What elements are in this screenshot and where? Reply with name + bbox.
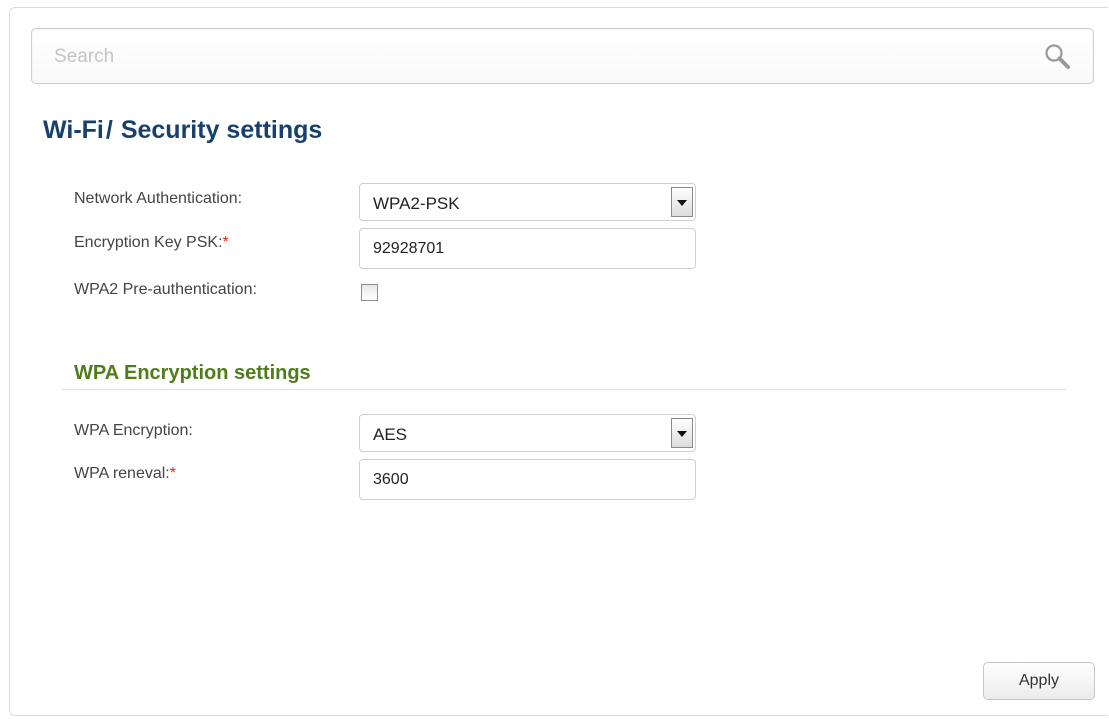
required-marker: * <box>169 465 176 482</box>
section-divider <box>61 389 1067 390</box>
search-bar <box>31 28 1094 85</box>
psk-label-text: Encryption Key PSK: <box>74 234 223 251</box>
page-title-text: Security settings <box>120 116 323 144</box>
wpa-renewal-label-text: WPA reneval: <box>74 465 170 482</box>
wpa-renewal-input[interactable] <box>359 459 696 500</box>
psk-input[interactable] <box>359 228 696 269</box>
search-input[interactable] <box>52 29 1036 85</box>
wpa-encryption-value: AES <box>373 425 408 444</box>
network-auth-value: WPA2-PSK <box>373 194 460 213</box>
preauth-checkbox[interactable] <box>361 284 378 301</box>
psk-label: Encryption Key PSK:* <box>74 234 229 252</box>
wpa-encryption-select[interactable]: AES <box>359 414 696 452</box>
dropdown-arrow-button[interactable] <box>671 418 693 448</box>
wpa-renewal-label: WPA reneval:* <box>74 465 176 483</box>
breadcrumb-separator: / <box>105 116 113 144</box>
dropdown-arrow-button[interactable] <box>671 187 693 217</box>
apply-button[interactable]: Apply <box>983 662 1095 700</box>
chevron-down-icon <box>677 200 687 206</box>
preauth-label: WPA2 Pre-authentication: <box>74 281 257 298</box>
breadcrumb-section: Wi-Fi <box>43 116 104 144</box>
network-auth-label: Network Authentication: <box>74 190 243 207</box>
wpa-section-title: WPA Encryption settings <box>74 362 311 384</box>
wpa-encryption-label: WPA Encryption: <box>74 422 193 439</box>
search-icon[interactable] <box>1043 42 1073 72</box>
chevron-down-icon <box>677 431 687 437</box>
page-title: Wi-Fi/Security settings <box>43 116 322 145</box>
network-auth-select[interactable]: WPA2-PSK <box>359 183 696 221</box>
required-marker: * <box>222 234 229 251</box>
